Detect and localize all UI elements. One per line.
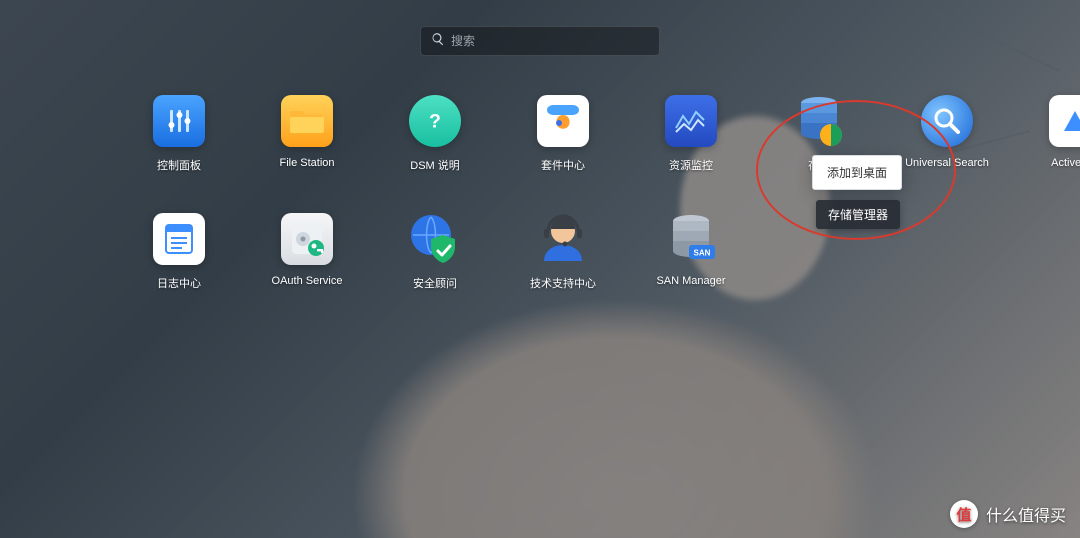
app-support-center[interactable]: 技术支持中心 [499,213,627,291]
app-oauth-service[interactable]: OAuth Service [243,213,371,291]
search-input[interactable] [451,34,649,48]
app-universal-search[interactable]: Universal Search [883,95,1011,173]
watermark-badge-icon: 值 [950,500,978,528]
chart-line-icon [665,95,717,147]
database-icon [793,95,845,147]
folder-icon [281,95,333,147]
app-grid: 控制面板 File Station ? DSM 说明 套件中心 [115,95,1080,291]
sliders-icon [153,95,205,147]
watermark-text: 什么值得买 [986,502,1066,526]
app-label: 安全顾问 [413,275,457,291]
app-san-manager[interactable]: SAN SAN Manager [627,213,755,291]
app-label: 资源监控 [669,157,713,173]
shield-globe-icon [409,213,461,265]
context-menu: 添加到桌面 [812,155,902,190]
watermark: 值 什么值得买 [950,500,1066,528]
app-label: Active Ins [1051,157,1080,169]
app-package-center[interactable]: 套件中心 [499,95,627,173]
app-label: DSM 说明 [410,157,460,173]
app-label: 日志中心 [157,275,201,291]
app-label: 技术支持中心 [530,275,596,291]
app-label: OAuth Service [272,275,343,287]
headset-agent-icon [537,213,589,265]
search-icon [431,32,445,51]
san-database-icon: SAN [665,213,717,265]
package-icon [537,95,589,147]
app-resource-monitor[interactable]: 资源监控 [627,95,755,173]
question-icon: ? [409,95,461,147]
search-bar[interactable] [420,26,660,56]
app-label: SAN Manager [656,275,725,287]
app-label: Universal Search [905,157,989,169]
triangle-icon [1049,95,1080,147]
menu-item-add-to-desktop[interactable]: 添加到桌面 [813,156,901,189]
app-active-insight[interactable]: Active Ins [1011,95,1080,173]
svg-text:SAN: SAN [694,249,711,258]
app-label: 套件中心 [541,157,585,173]
app-dsm-help[interactable]: ? DSM 说明 [371,95,499,173]
app-label: 控制面板 [157,157,201,173]
app-security-advisor[interactable]: 安全顾问 [371,213,499,291]
vault-key-icon [281,213,333,265]
magnifier-globe-icon [921,95,973,147]
app-log-center[interactable]: 日志中心 [115,213,243,291]
log-icon [153,213,205,265]
app-label: File Station [279,157,334,169]
app-file-station[interactable]: File Station [243,95,371,173]
app-control-panel[interactable]: 控制面板 [115,95,243,173]
svg-text:?: ? [429,111,441,133]
tooltip-storage-manager: 存储管理器 [816,200,900,229]
